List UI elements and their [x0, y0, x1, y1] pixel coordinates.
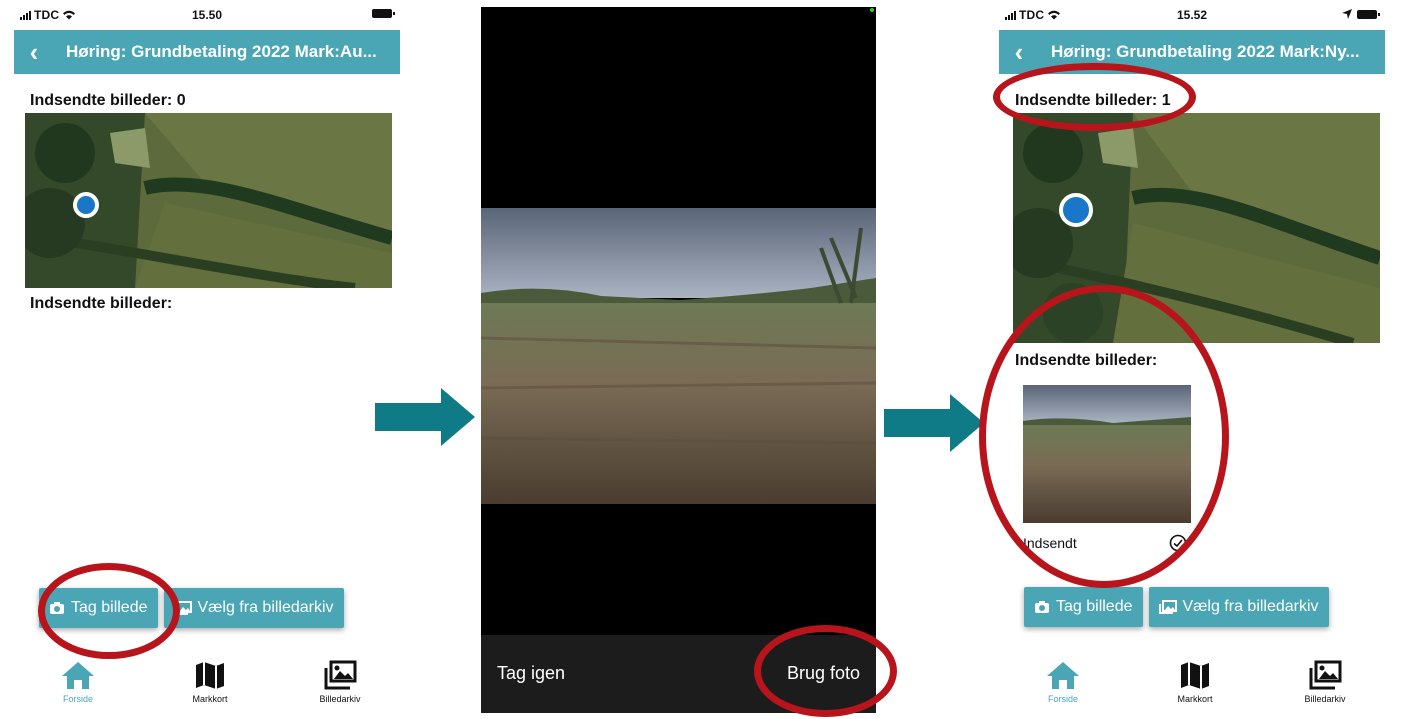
- gallery-icon: [1158, 600, 1177, 614]
- submitted-status-label: Indsendt: [1023, 535, 1077, 551]
- field-map[interactable]: [25, 113, 392, 288]
- tab-markkort[interactable]: Markkort: [170, 660, 250, 704]
- battery-icon: [372, 9, 395, 18]
- tab-billedarkiv[interactable]: Billedarkiv: [1285, 660, 1365, 704]
- tab-markkort[interactable]: Markkort: [1155, 660, 1235, 704]
- camera-preview-screen: Tag igen Brug foto: [481, 7, 876, 713]
- take-photo-label: Tag billede: [71, 599, 148, 616]
- tab-billedarkiv-label: Billedarkiv: [1304, 694, 1346, 704]
- status-time: 15.50: [191, 8, 223, 22]
- map-icon: [196, 662, 224, 689]
- tab-billedarkiv-label: Billedarkiv: [319, 694, 361, 704]
- camera-icon: [1035, 601, 1049, 613]
- camera-control-bar: Tag igen Brug foto: [481, 635, 876, 713]
- home-icon: [1047, 662, 1079, 689]
- map-icon: [1181, 662, 1209, 689]
- gallery-icon: [324, 660, 357, 690]
- choose-archive-label: Vælg fra billedarkiv: [1182, 598, 1319, 615]
- take-photo-button[interactable]: Tag billede: [39, 588, 158, 628]
- retake-button[interactable]: Tag igen: [497, 663, 565, 684]
- back-chevron-icon[interactable]: ‹: [1005, 39, 1033, 65]
- location-marker[interactable]: [1059, 193, 1093, 227]
- home-icon: [62, 662, 94, 689]
- tab-forside-label: Forside: [1047, 694, 1078, 704]
- arrow-icon: [375, 388, 475, 446]
- action-buttons: Tag billede Vælg fra billedarkiv: [1024, 587, 1329, 627]
- page-title: Høring: Grundbetaling 2022 Mark:Au...: [66, 42, 377, 61]
- status-bar: TDC 15.52: [999, 0, 1385, 30]
- photo-thumbnail: [1023, 385, 1191, 523]
- tab-forside[interactable]: Forside: [1023, 660, 1103, 704]
- title-bar: ‹ Høring: Grundbetaling 2022 Mark:Au...: [14, 30, 400, 74]
- take-photo-button[interactable]: Tag billede: [1024, 587, 1143, 627]
- bottom-tab-bar: Forside Markkort Billedarkiv: [14, 660, 400, 710]
- choose-from-archive-button[interactable]: Vælg fra billedarkiv: [1148, 587, 1329, 627]
- tab-forside[interactable]: Forside: [38, 660, 118, 704]
- location-marker[interactable]: [73, 192, 99, 218]
- left-phone-screen: TDC 15.50 ‹ Høring: Grundbetaling 2022 M…: [14, 0, 400, 719]
- tab-markkort-label: Markkort: [192, 694, 228, 704]
- sent-count-label: Indsendte billeder: 0: [30, 92, 186, 109]
- tab-forside-label: Forside: [62, 694, 93, 704]
- gallery-icon: [173, 601, 192, 615]
- use-photo-button[interactable]: Brug foto: [787, 663, 860, 684]
- submitted-photo-card[interactable]: Indsendt: [1023, 385, 1191, 552]
- gallery-icon: [1309, 660, 1342, 690]
- choose-archive-label: Vælg fra billedarkiv: [197, 599, 334, 616]
- take-photo-label: Tag billede: [1056, 598, 1133, 615]
- location-arrow-icon: [1342, 9, 1352, 19]
- camera-icon: [50, 602, 64, 614]
- choose-from-archive-button[interactable]: Vælg fra billedarkiv: [163, 588, 344, 628]
- satellite-map-image: [1013, 113, 1380, 343]
- battery-icon: [1357, 9, 1380, 19]
- captured-photo: [481, 208, 876, 504]
- back-chevron-icon[interactable]: ‹: [20, 39, 48, 65]
- title-bar: ‹ Høring: Grundbetaling 2022 Mark:Ny...: [999, 30, 1385, 74]
- sent-images-label: Indsendte billeder:: [30, 295, 173, 312]
- action-buttons: Tag billede Vælg fra billedarkiv: [39, 588, 344, 628]
- camera-indicator-icon: [870, 8, 874, 12]
- status-bar: TDC 15.50: [14, 0, 400, 30]
- bottom-tab-bar: Forside Markkort Billedarkiv: [999, 660, 1385, 710]
- sent-count-label: Indsendte billeder: 1: [1015, 92, 1171, 109]
- sent-images-label: Indsendte billeder:: [1015, 352, 1158, 369]
- right-phone-screen: TDC 15.52 ‹ Høring: Grundbetaling 2022 M…: [979, 0, 1385, 719]
- field-map[interactable]: [1013, 113, 1380, 343]
- tab-markkort-label: Markkort: [1177, 694, 1213, 704]
- tab-billedarkiv[interactable]: Billedarkiv: [300, 660, 380, 704]
- status-time: 15.52: [1176, 8, 1208, 22]
- page-title: Høring: Grundbetaling 2022 Mark:Ny...: [1051, 42, 1360, 61]
- arrow-icon: [884, 394, 984, 452]
- check-circle-icon: [1169, 534, 1187, 552]
